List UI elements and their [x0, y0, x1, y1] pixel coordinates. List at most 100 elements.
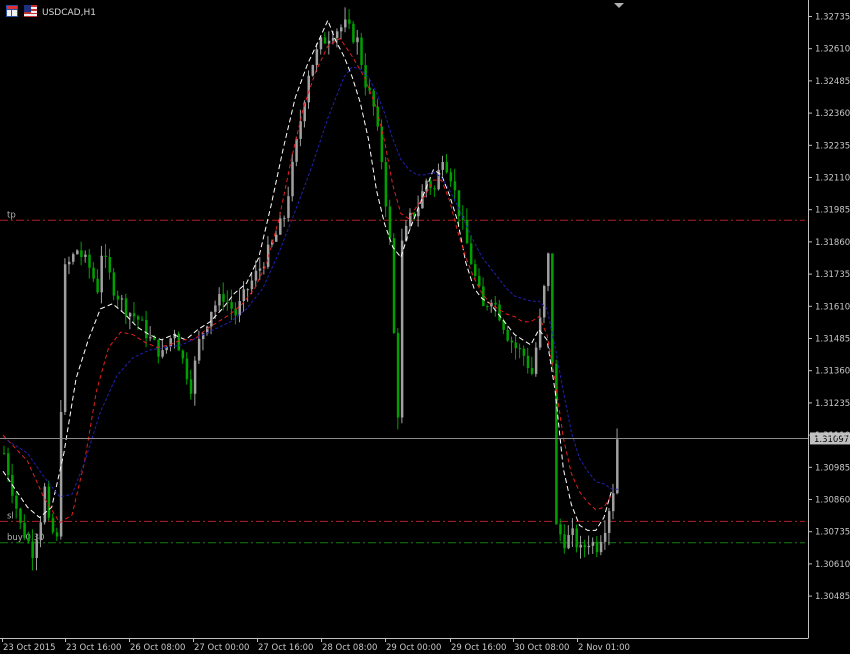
flag-icon[interactable] — [24, 5, 37, 17]
candle-body — [185, 358, 189, 380]
x-tick-label: 2 Nov 01:00 — [578, 643, 630, 653]
y-tick-label: 1.32610 — [815, 45, 850, 55]
candle-body — [563, 534, 566, 549]
candle-body — [449, 172, 453, 182]
candle-body — [392, 238, 396, 333]
candle-body — [579, 544, 583, 548]
candle-body — [587, 545, 591, 548]
candle-body — [478, 275, 481, 287]
candle-body — [84, 254, 87, 257]
candle-body — [246, 289, 250, 291]
y-tick-label: 1.31610 — [815, 302, 850, 312]
level-label: sl — [7, 511, 14, 521]
candle-body — [396, 332, 400, 418]
candle-body — [59, 411, 63, 537]
x-tick-label: 23 Oct 2015 — [3, 643, 56, 653]
candle-body — [571, 528, 574, 536]
level-label: tp — [7, 210, 16, 220]
candle-body — [181, 350, 185, 359]
y-tick-label: 1.30860 — [815, 496, 850, 506]
candle-body — [335, 31, 339, 38]
candle-body — [7, 453, 10, 476]
chart-window-icon[interactable] — [6, 5, 18, 17]
candle-body — [67, 261, 71, 265]
candle-body — [465, 220, 469, 244]
y-tick-label: 1.30985 — [815, 463, 850, 473]
candle-body — [88, 254, 91, 268]
candle-body — [124, 298, 128, 317]
candle-body — [307, 75, 310, 103]
candle-body — [534, 347, 538, 374]
y-tick-label: 1.30610 — [815, 560, 850, 570]
candle-body — [514, 342, 518, 349]
candle-body — [218, 294, 221, 306]
candle-body — [15, 495, 18, 509]
candle-body — [607, 511, 611, 533]
candle-body — [149, 337, 152, 339]
y-tick-label: 1.31485 — [815, 335, 850, 345]
candle-body — [551, 253, 554, 364]
candle-body — [47, 486, 51, 518]
chart-background — [0, 0, 850, 654]
candle-body — [526, 355, 530, 369]
candle-body — [258, 268, 262, 271]
candle-body — [612, 493, 615, 512]
candle-body — [433, 188, 436, 190]
candle-body — [510, 340, 513, 343]
x-tick-label: 30 Oct 08:00 — [514, 643, 569, 653]
y-tick-label: 1.31110 — [815, 431, 850, 441]
candle-body — [27, 537, 30, 542]
price-chart[interactable]: tpslbuy 0.30 1.31097 1.327351.326101.324… — [0, 0, 850, 654]
candle-body — [100, 255, 103, 293]
candle-body — [55, 532, 59, 537]
candle-body — [242, 289, 246, 302]
candle-body — [254, 270, 258, 281]
candle-body — [445, 162, 449, 173]
y-tick-label: 1.31735 — [815, 270, 850, 280]
candle-body — [311, 65, 315, 76]
candle-body — [344, 19, 347, 28]
y-tick-label: 1.31860 — [815, 238, 850, 248]
candle-body — [104, 255, 107, 257]
candle-body — [506, 329, 509, 341]
x-tick-label: 29 Oct 16:00 — [451, 643, 506, 653]
candle-body — [457, 190, 461, 217]
candle-body — [591, 541, 595, 546]
candle-body — [214, 305, 217, 312]
candle-body — [92, 267, 95, 279]
candle-body — [120, 298, 124, 300]
candle-body — [494, 302, 497, 305]
candle-body — [275, 234, 278, 242]
candle-body — [360, 37, 363, 66]
candle-body — [128, 313, 132, 317]
candle-body — [555, 363, 558, 525]
candle-body — [287, 196, 290, 218]
symbol-label: USDCAD,H1 — [42, 8, 96, 18]
x-tick-label: 27 Oct 16:00 — [258, 643, 313, 653]
candle-body — [161, 350, 164, 357]
candle-body — [279, 218, 282, 235]
candle-body — [595, 541, 599, 553]
candle-body — [368, 87, 371, 91]
x-tick-label: 26 Oct 08:00 — [130, 643, 185, 653]
candle-body — [327, 40, 331, 44]
candle-body — [400, 240, 404, 418]
y-tick-label: 1.30735 — [815, 528, 850, 538]
candle-body — [145, 319, 148, 339]
candle-body — [583, 544, 587, 548]
candle-body — [210, 311, 213, 327]
candle-body — [35, 540, 38, 558]
candle-body — [112, 272, 116, 296]
y-tick-label: 1.31985 — [815, 206, 850, 216]
candle-body — [388, 206, 392, 239]
candle-body — [518, 348, 522, 350]
y-tick-label: 1.30485 — [815, 592, 850, 602]
candle-body — [141, 319, 144, 321]
candle-body — [76, 250, 79, 255]
candle-body — [559, 524, 562, 535]
y-tick-label: 1.32485 — [815, 77, 850, 87]
candle-body — [376, 106, 380, 127]
y-tick-label: 1.32110 — [815, 174, 850, 184]
candle-body — [189, 379, 193, 394]
candle-body — [80, 250, 83, 257]
